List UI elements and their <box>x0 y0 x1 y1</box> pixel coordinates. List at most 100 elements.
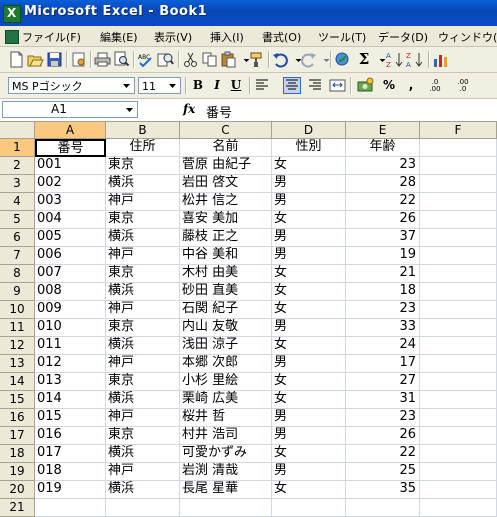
data-cell[interactable]: 喜安 美加 <box>180 211 272 229</box>
row-header-11[interactable]: 11 <box>0 319 35 337</box>
row-header-20[interactable]: 20 <box>0 481 35 499</box>
row-header-12[interactable]: 12 <box>0 337 35 355</box>
menu-insert[interactable]: 挿入(I) <box>210 29 244 45</box>
italic-button[interactable]: I <box>208 77 226 94</box>
insert-function-icon[interactable]: fx <box>183 102 195 116</box>
menu-view[interactable]: 表示(V) <box>154 29 192 45</box>
empty-cell[interactable] <box>420 301 497 319</box>
data-cell[interactable]: 内山 友敬 <box>180 319 272 337</box>
data-cell[interactable]: 25 <box>346 463 420 481</box>
data-cell[interactable]: 016 <box>35 427 106 445</box>
column-header-d[interactable]: D <box>272 122 346 139</box>
save-icon[interactable] <box>46 51 63 68</box>
data-cell[interactable]: 中谷 美和 <box>180 247 272 265</box>
data-cell[interactable]: 女 <box>272 265 346 283</box>
font-name-select[interactable]: MS Pゴシック <box>8 77 135 94</box>
new-icon[interactable] <box>8 51 25 68</box>
percent-style-button[interactable]: % <box>380 77 398 94</box>
row-header-3[interactable]: 3 <box>0 175 35 193</box>
data-cell[interactable]: 003 <box>35 193 106 211</box>
data-cell[interactable]: 37 <box>346 229 420 247</box>
data-cell[interactable]: 横浜 <box>106 283 180 301</box>
data-cell[interactable]: 23 <box>346 157 420 175</box>
data-cell[interactable]: 27 <box>346 373 420 391</box>
data-cell[interactable]: 小杉 里絵 <box>180 373 272 391</box>
data-cell[interactable]: 009 <box>35 301 106 319</box>
row-header-13[interactable]: 13 <box>0 355 35 373</box>
data-cell[interactable]: 横浜 <box>106 337 180 355</box>
empty-cell[interactable] <box>420 211 497 229</box>
align-center-button[interactable] <box>283 77 301 94</box>
data-cell[interactable]: 神戸 <box>106 355 180 373</box>
row-header-5[interactable]: 5 <box>0 211 35 229</box>
empty-cell[interactable] <box>420 355 497 373</box>
column-header-f[interactable]: F <box>420 122 497 139</box>
spelling-icon[interactable]: ABC <box>137 51 154 68</box>
align-left-button[interactable] <box>253 77 271 94</box>
menu-format[interactable]: 書式(O) <box>262 29 301 45</box>
data-cell[interactable]: 神戸 <box>106 193 180 211</box>
menu-tools[interactable]: ツール(T) <box>318 29 366 45</box>
row-header-7[interactable]: 7 <box>0 247 35 265</box>
print-icon[interactable] <box>94 51 111 68</box>
column-header-c[interactable]: C <box>180 122 272 139</box>
data-cell[interactable]: 男 <box>272 229 346 247</box>
data-cell[interactable]: 神戸 <box>106 409 180 427</box>
data-cell[interactable]: 神戸 <box>106 247 180 265</box>
row-header-14[interactable]: 14 <box>0 373 35 391</box>
data-cell[interactable]: 31 <box>346 391 420 409</box>
data-cell[interactable]: 男 <box>272 355 346 373</box>
empty-cell[interactable] <box>420 193 497 211</box>
data-cell[interactable]: 22 <box>346 445 420 463</box>
empty-cell[interactable] <box>420 229 497 247</box>
data-cell[interactable]: 女 <box>272 445 346 463</box>
row-header-19[interactable]: 19 <box>0 463 35 481</box>
font-size-select[interactable]: 11 <box>138 77 181 94</box>
data-cell[interactable]: 横浜 <box>106 481 180 499</box>
workbook-icon[interactable] <box>3 29 19 44</box>
data-cell[interactable]: 東京 <box>106 211 180 229</box>
empty-cell[interactable] <box>420 337 497 355</box>
empty-cell[interactable] <box>346 499 420 517</box>
data-cell[interactable]: 011 <box>35 337 106 355</box>
data-cell[interactable]: 012 <box>35 355 106 373</box>
menu-edit[interactable]: 編集(E) <box>100 29 138 45</box>
data-cell[interactable]: 長尾 星華 <box>180 481 272 499</box>
header-cell[interactable]: 性別 <box>272 139 346 157</box>
row-header-2[interactable]: 2 <box>0 157 35 175</box>
data-cell[interactable]: 男 <box>272 319 346 337</box>
data-cell[interactable]: 017 <box>35 445 106 463</box>
sort-descending-icon[interactable]: ZA <box>406 51 423 68</box>
empty-cell[interactable] <box>420 463 497 481</box>
data-cell[interactable]: 岩渕 清哉 <box>180 463 272 481</box>
data-cell[interactable]: 21 <box>346 265 420 283</box>
data-cell[interactable]: 007 <box>35 265 106 283</box>
data-cell[interactable]: 019 <box>35 481 106 499</box>
menu-data[interactable]: データ(D) <box>378 29 428 45</box>
data-cell[interactable]: 東京 <box>106 427 180 445</box>
data-cell[interactable]: 男 <box>272 409 346 427</box>
cut-icon[interactable] <box>182 51 199 68</box>
menu-file[interactable]: ファイル(F) <box>22 29 81 45</box>
empty-cell[interactable] <box>420 409 497 427</box>
empty-cell[interactable] <box>420 283 497 301</box>
chevron-down-icon[interactable] <box>124 104 135 115</box>
empty-cell[interactable] <box>420 247 497 265</box>
redo-dropdown-icon[interactable] <box>318 51 330 68</box>
data-cell[interactable]: 横浜 <box>106 175 180 193</box>
row-header-15[interactable]: 15 <box>0 391 35 409</box>
chart-icon[interactable] <box>432 51 449 68</box>
empty-cell[interactable] <box>35 499 106 517</box>
currency-style-icon[interactable] <box>356 77 374 94</box>
data-cell[interactable]: 26 <box>346 427 420 445</box>
data-cell[interactable]: 010 <box>35 319 106 337</box>
open-icon[interactable] <box>27 51 44 68</box>
row-header-16[interactable]: 16 <box>0 409 35 427</box>
data-cell[interactable]: 男 <box>272 247 346 265</box>
increase-decimal-button[interactable]: .0 .00 <box>424 77 446 94</box>
data-cell[interactable]: 33 <box>346 319 420 337</box>
data-cell[interactable]: 男 <box>272 193 346 211</box>
column-header-b[interactable]: B <box>106 122 180 139</box>
column-header-e[interactable]: E <box>346 122 420 139</box>
data-cell[interactable]: 東京 <box>106 265 180 283</box>
